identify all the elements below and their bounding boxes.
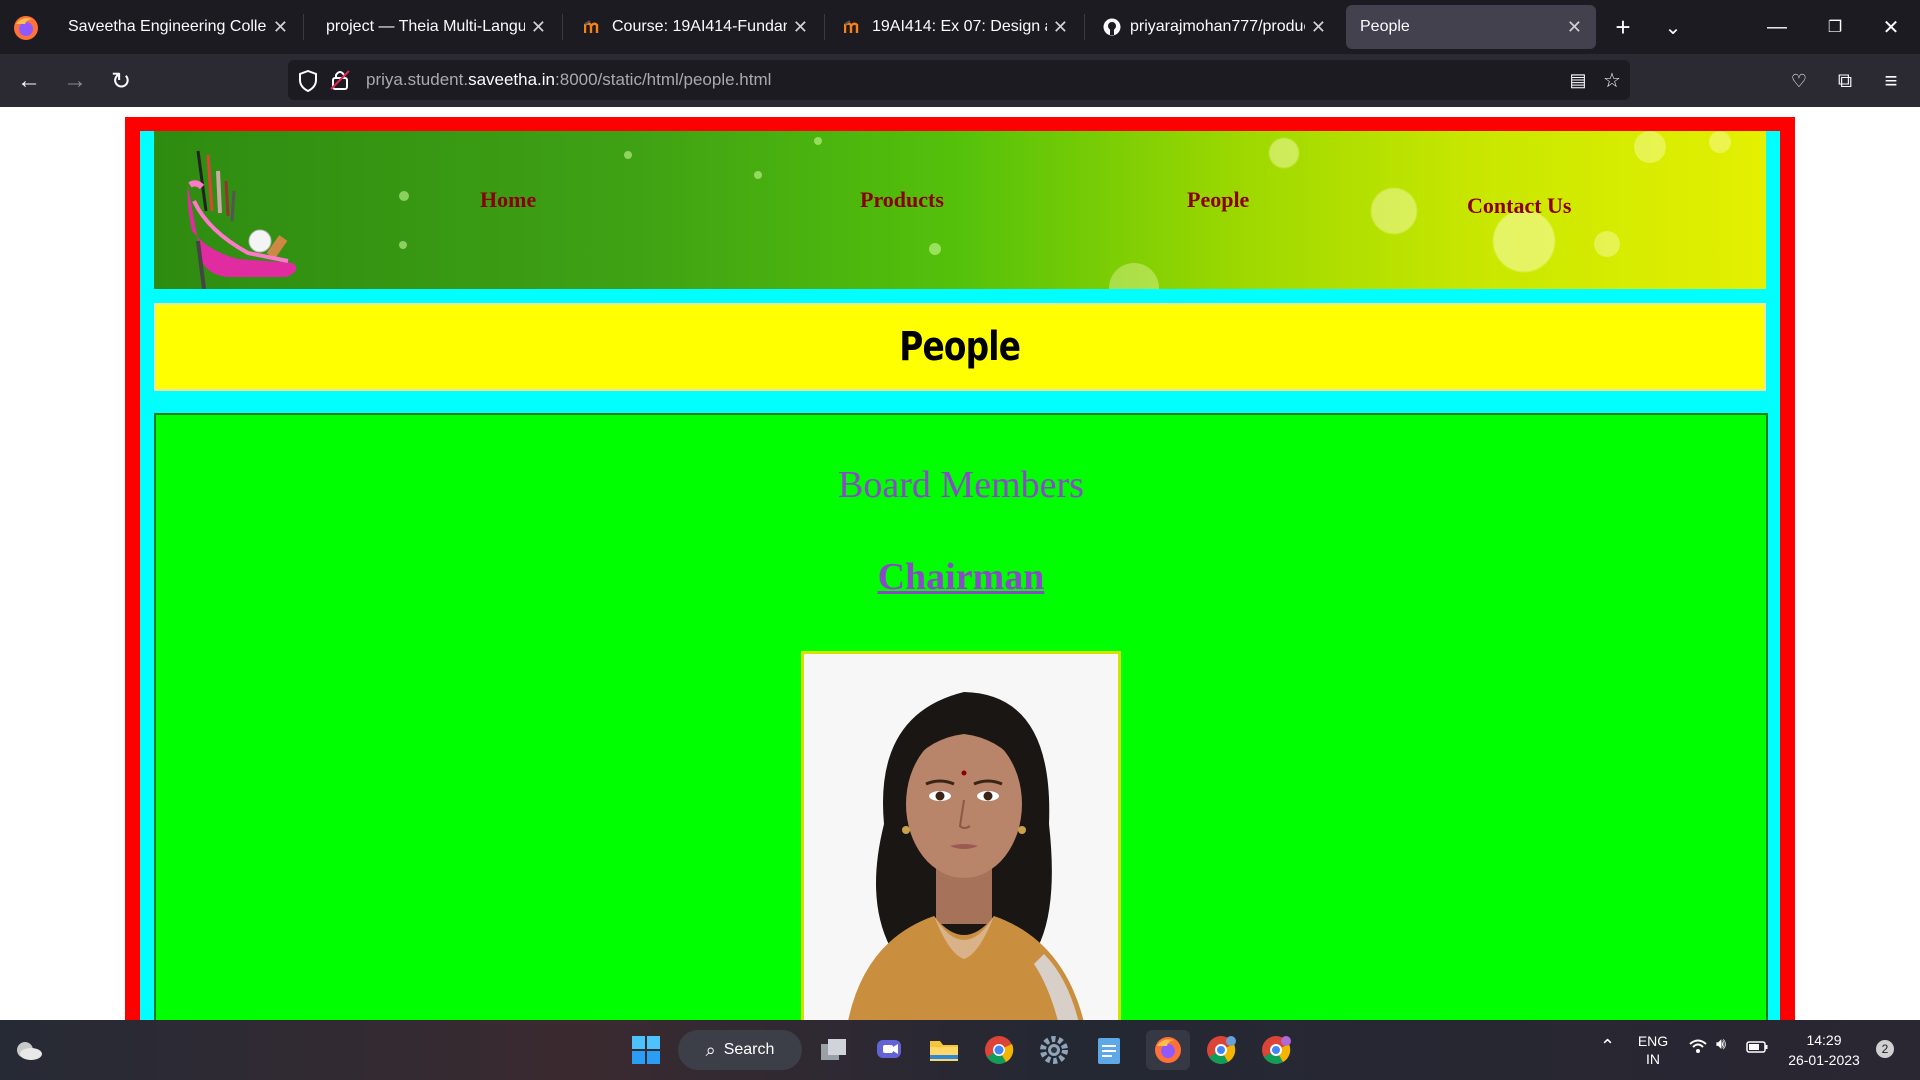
moodle-icon <box>844 19 864 35</box>
windows-start-icon[interactable] <box>628 1032 664 1068</box>
clock[interactable]: 14:29 26-01-2023 <box>1786 1030 1862 1070</box>
chairman-heading: Chairman <box>877 556 1045 598</box>
board-members-heading: Board Members <box>838 464 1084 506</box>
volume-icon[interactable]: 🔊︎ <box>1716 1036 1726 1054</box>
reader-view-icon[interactable]: ▤ <box>1564 66 1592 94</box>
nav-people-link[interactable]: People <box>1187 187 1249 213</box>
reload-icon[interactable]: ↻ <box>104 64 138 98</box>
taskbar-search-button[interactable]: ⌕ Search <box>678 1030 802 1070</box>
close-window-icon[interactable]: ✕ <box>1874 12 1908 42</box>
close-icon[interactable]: ✕ <box>793 17 808 38</box>
extensions-icon[interactable]: ⧉ <box>1828 64 1862 98</box>
page-red-border: Home Products People Contact Us People B… <box>125 117 1795 1020</box>
chevron-down-icon[interactable]: ⌄ <box>1656 12 1690 42</box>
content-section: Board Members Chairman <box>154 413 1768 1020</box>
tab-title: 19AI414: Ex 07: Design a We <box>872 18 1047 35</box>
page-title: People <box>899 324 1022 370</box>
nav-products-link[interactable]: Products <box>860 187 944 213</box>
minimize-icon[interactable]: — <box>1760 12 1794 42</box>
shoe-logo[interactable] <box>168 141 303 289</box>
chairman-photo <box>801 651 1121 1020</box>
page-title-bar: People <box>154 303 1766 391</box>
nav-home-link[interactable]: Home <box>480 187 536 213</box>
nav-contact-link[interactable]: Contact Us <box>1467 193 1572 219</box>
teams-chat-icon[interactable] <box>871 1032 907 1068</box>
web-page: Home Products People Contact Us People B… <box>0 107 1920 1020</box>
chrome-profile-2-icon[interactable] <box>1258 1032 1294 1068</box>
tab-people[interactable]: People ✕ <box>1346 5 1596 49</box>
close-icon[interactable]: ✕ <box>273 17 288 38</box>
battery-icon[interactable] <box>1746 1040 1768 1056</box>
site-header: Home Products People Contact Us <box>154 131 1766 289</box>
tab-saveetha[interactable]: Saveetha Engineering College ✕ <box>54 5 302 49</box>
tab-exercise[interactable]: 19AI414: Ex 07: Design a We ✕ <box>830 5 1082 49</box>
close-icon[interactable]: ✕ <box>1567 17 1582 38</box>
tab-theia[interactable]: project — Theia Multi-Language ✕ <box>312 5 560 49</box>
close-icon[interactable]: ✕ <box>1053 17 1068 38</box>
search-label: Search <box>723 1041 775 1058</box>
tab-course[interactable]: Course: 19AI414-Fundamentals ✕ <box>570 5 822 49</box>
github-icon <box>1102 18 1122 36</box>
insecure-lock-icon[interactable] <box>330 69 350 91</box>
pocket-icon[interactable]: ♡ <box>1782 64 1816 98</box>
windows-taskbar: ⌕ Search ⌃ ENG IN 🔊︎ 14:29 26-01-2023 2 <box>0 1020 1920 1080</box>
browser-tab-bar: Saveetha Engineering College ✕ project —… <box>0 0 1920 54</box>
url-bar[interactable]: priya.student.saveetha.in:8000/static/ht… <box>288 60 1630 100</box>
shield-icon[interactable] <box>298 70 318 92</box>
tab-title: priyarajmohan777/productw <box>1130 18 1305 35</box>
hamburger-menu-icon[interactable]: ≡ <box>1874 64 1908 98</box>
tab-title: project — Theia Multi-Language <box>326 18 525 35</box>
forward-icon[interactable]: → <box>58 64 92 98</box>
tray-overflow-chevron-icon[interactable]: ⌃ <box>1600 1036 1615 1057</box>
bookmark-star-icon[interactable]: ☆ <box>1598 66 1626 94</box>
settings-gear-icon[interactable] <box>1036 1032 1072 1068</box>
task-view-icon[interactable] <box>816 1032 852 1068</box>
page-cyan-container: Home Products People Contact Us People B… <box>140 131 1780 1020</box>
close-icon[interactable]: ✕ <box>531 17 546 38</box>
wifi-icon[interactable] <box>1688 1038 1708 1059</box>
search-icon: ⌕ <box>705 1039 716 1060</box>
firefox-menu-icon[interactable] <box>12 14 40 42</box>
tab-title: Saveetha Engineering College <box>68 18 267 35</box>
chrome-profile-icon[interactable] <box>1203 1032 1239 1068</box>
moodle-icon <box>584 19 604 35</box>
new-tab-icon[interactable]: + <box>1606 12 1640 42</box>
firefox-taskbar-icon[interactable] <box>1146 1030 1190 1070</box>
notepad-icon[interactable] <box>1091 1032 1127 1068</box>
tab-title: People <box>1360 18 1410 35</box>
file-explorer-icon[interactable] <box>926 1032 962 1068</box>
back-icon[interactable]: ← <box>12 64 46 98</box>
restore-icon[interactable]: ❐ <box>1818 12 1852 42</box>
tab-github[interactable]: priyarajmohan777/productw ✕ <box>1088 5 1340 49</box>
close-icon[interactable]: ✕ <box>1311 17 1326 38</box>
url-text[interactable]: priya.student.saveetha.in:8000/static/ht… <box>366 70 771 90</box>
notification-badge[interactable]: 2 <box>1876 1040 1894 1058</box>
tab-title: Course: 19AI414-Fundamentals <box>612 18 787 35</box>
chrome-icon[interactable] <box>981 1032 1017 1068</box>
weather-icon[interactable] <box>10 1032 46 1068</box>
language-indicator[interactable]: ENG IN <box>1636 1032 1670 1068</box>
browser-nav-bar: ← → ↻ priya.student.saveetha.in:8000/sta… <box>0 54 1920 108</box>
